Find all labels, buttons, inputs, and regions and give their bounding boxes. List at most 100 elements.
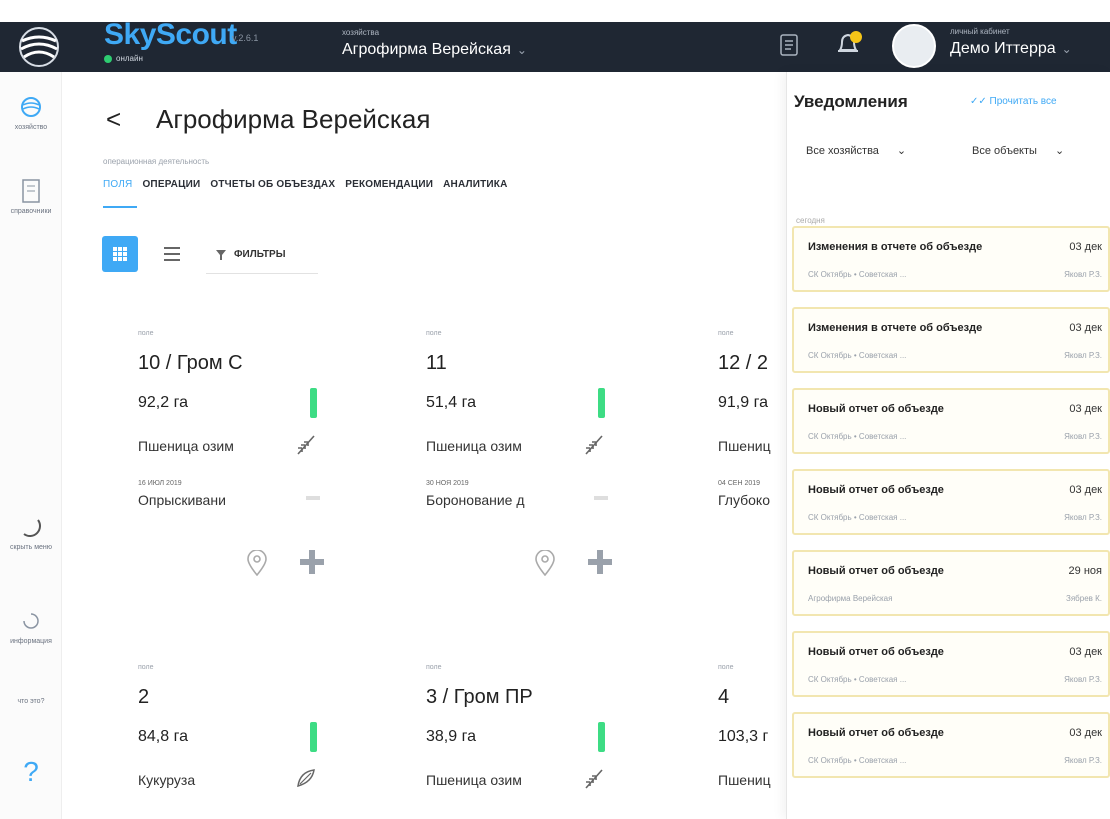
list-icon: [164, 247, 180, 261]
online-label: онлайн: [116, 54, 143, 63]
field-crop: Пшеница озим: [426, 772, 522, 788]
list-view-button[interactable]: [162, 244, 182, 264]
read-all-button[interactable]: ✓✓ Прочитать все: [970, 96, 1057, 107]
tab-operations[interactable]: ОПЕРАЦИИ: [142, 179, 200, 190]
chevron-down-icon: ⌄: [896, 145, 907, 157]
field-name: 10 / Гром С: [138, 352, 243, 374]
bell-icon[interactable]: [834, 30, 864, 58]
notification-item[interactable]: Изменения в отчете об объезде 03 дек СК Ок…: [792, 307, 1110, 373]
cabinet-selector-label: Демо Иттерра: [950, 40, 1056, 57]
notification-source: СК Октябрь • Советская ...: [808, 270, 907, 279]
avatar[interactable]: [892, 24, 936, 68]
notification-title: Изменения в отчете об объезде: [808, 322, 983, 334]
app-version: v.2.6.1: [232, 33, 259, 43]
help-icon[interactable]: ?: [0, 756, 62, 788]
field-area: 51,4 га: [426, 394, 476, 411]
farm-filter-select[interactable]: Все хозяйства ⌄: [806, 144, 907, 158]
operation-date: 30 НОЯ 2019: [426, 480, 469, 487]
field-caption: поле: [426, 330, 442, 337]
notification-date: 03 дек: [1069, 727, 1102, 739]
operation-name: Опрыскивани: [138, 492, 226, 508]
map-pin-icon[interactable]: [534, 549, 556, 577]
notification-author: Яковл Р.З.: [1064, 756, 1102, 765]
cabinet-selector[interactable]: Демо Иттерра ⌄: [950, 40, 1072, 58]
tab-fields[interactable]: ПОЛЯ: [103, 179, 132, 190]
grid-view-button[interactable]: [102, 236, 138, 272]
farm-filter-value: Все хозяйства: [806, 144, 879, 157]
notification-item[interactable]: Новый отчет об объезде 03 дек СК Октябрь •…: [792, 631, 1110, 697]
operation-name: Боронование д: [426, 492, 525, 508]
sidebar-item-label: хозяйство: [14, 124, 48, 131]
notification-title: Новый отчет об объезде: [808, 646, 944, 658]
filters-button[interactable]: ФИЛЬТРЫ: [206, 236, 318, 274]
field-crop: Кукуруза: [138, 772, 196, 788]
wheat-icon: [582, 432, 606, 456]
collapse-icon: [16, 512, 46, 542]
field-crop: Пшениц: [718, 772, 771, 788]
sidebar-item-collapse[interactable]: скрыть меню: [0, 512, 62, 551]
notification-item[interactable]: Изменения в отчете об объезде 03 дек СК Ок…: [792, 226, 1110, 292]
logo-icon[interactable]: [10, 22, 68, 72]
check-icon: ✓✓: [970, 96, 990, 107]
page-title: Агрофирма Верейская: [156, 104, 431, 134]
notification-title: Новый отчет об объезде: [808, 484, 944, 496]
notification-source: СК Октябрь • Советская ...: [808, 675, 907, 684]
online-dot-icon: [104, 54, 112, 63]
field-caption: поле: [718, 664, 734, 671]
chevron-down-icon: ⌄: [1061, 42, 1072, 56]
operation-marker: [306, 496, 320, 500]
notification-title: Новый отчет об объезде: [808, 403, 944, 415]
ndvi-bar: [310, 388, 317, 418]
sidebar-item-farm[interactable]: хозяйство: [0, 92, 62, 131]
ndvi-bar: [598, 722, 605, 752]
sidebar-item-info[interactable]: информация: [0, 606, 62, 645]
sidebar-item-reference[interactable]: справочники: [0, 176, 62, 215]
chevron-down-icon: ⌄: [1054, 145, 1065, 157]
notification-date: 03 дек: [1069, 403, 1102, 415]
sidebar-item-label: информация: [10, 638, 52, 645]
field-name: 12 / 2: [718, 352, 769, 374]
field-crop: Пшеница озим: [426, 438, 522, 454]
notification-title: Новый отчет об объезде: [808, 565, 944, 577]
ndvi-bar: [598, 388, 605, 418]
sidebar-item-label: справочники: [10, 208, 52, 215]
notification-title: Изменения в отчете об объезде: [808, 241, 983, 253]
notification-author: Зябрев К.: [1066, 594, 1102, 603]
tab-inspection-reports[interactable]: ОТЧЕТЫ ОБ ОБЪЕЗДАХ: [210, 179, 335, 190]
object-filter-select[interactable]: Все объекты ⌄: [972, 144, 1065, 158]
filters-label: ФИЛЬТРЫ: [234, 249, 286, 260]
add-operation-button[interactable]: [586, 548, 614, 576]
back-button[interactable]: <: [106, 104, 121, 135]
field-area: 92,2 га: [138, 394, 188, 411]
notification-item[interactable]: Новый отчет об объезде 29 ноя Агрофирма Ве…: [792, 550, 1110, 616]
operation-name: Глубоко: [718, 492, 770, 508]
field-area: 91,9 га: [718, 394, 768, 411]
notification-date: 29 ноя: [1068, 565, 1102, 577]
farm-selector[interactable]: Агрофирма Верейская ⌄: [342, 41, 527, 59]
operation-marker: [594, 496, 608, 500]
operation-date: 04 СЕН 2019: [718, 480, 761, 487]
notification-source: Агрофирма Верейская: [808, 594, 893, 603]
wheat-icon: [294, 432, 318, 456]
field-crop: Пшениц: [718, 438, 771, 454]
notification-item[interactable]: Новый отчет об объезде 03 дек СК Октябрь •…: [792, 469, 1110, 535]
globe-icon: [16, 92, 46, 122]
grid-icon: [113, 247, 127, 261]
notification-item[interactable]: Новый отчет об объезде 03 дек СК Октябрь •…: [792, 388, 1110, 454]
document-icon[interactable]: [780, 34, 798, 56]
book-icon: [16, 176, 46, 206]
add-operation-button[interactable]: [298, 548, 326, 576]
sidebar-item-help[interactable]: что это?: [0, 698, 62, 705]
corn-icon: [294, 766, 318, 790]
tab-analytics[interactable]: АНАЛИТИКА: [443, 179, 507, 190]
map-pin-icon[interactable]: [246, 549, 268, 577]
notification-source: СК Октябрь • Советская ...: [808, 513, 907, 522]
notification-author: Яковл Р.З.: [1064, 432, 1102, 441]
notification-item[interactable]: Новый отчет об объезде 03 дек СК Октябрь •…: [792, 712, 1110, 778]
notification-author: Яковл Р.З.: [1064, 270, 1102, 279]
read-all-label: Прочитать все: [989, 96, 1057, 107]
field-name: 4: [718, 686, 730, 708]
tab-recommendations[interactable]: РЕКОМЕНДАЦИИ: [345, 179, 433, 190]
field-name: 2: [138, 686, 150, 708]
sidebar: хозяйство справочники скрыть меню информ…: [0, 72, 62, 819]
